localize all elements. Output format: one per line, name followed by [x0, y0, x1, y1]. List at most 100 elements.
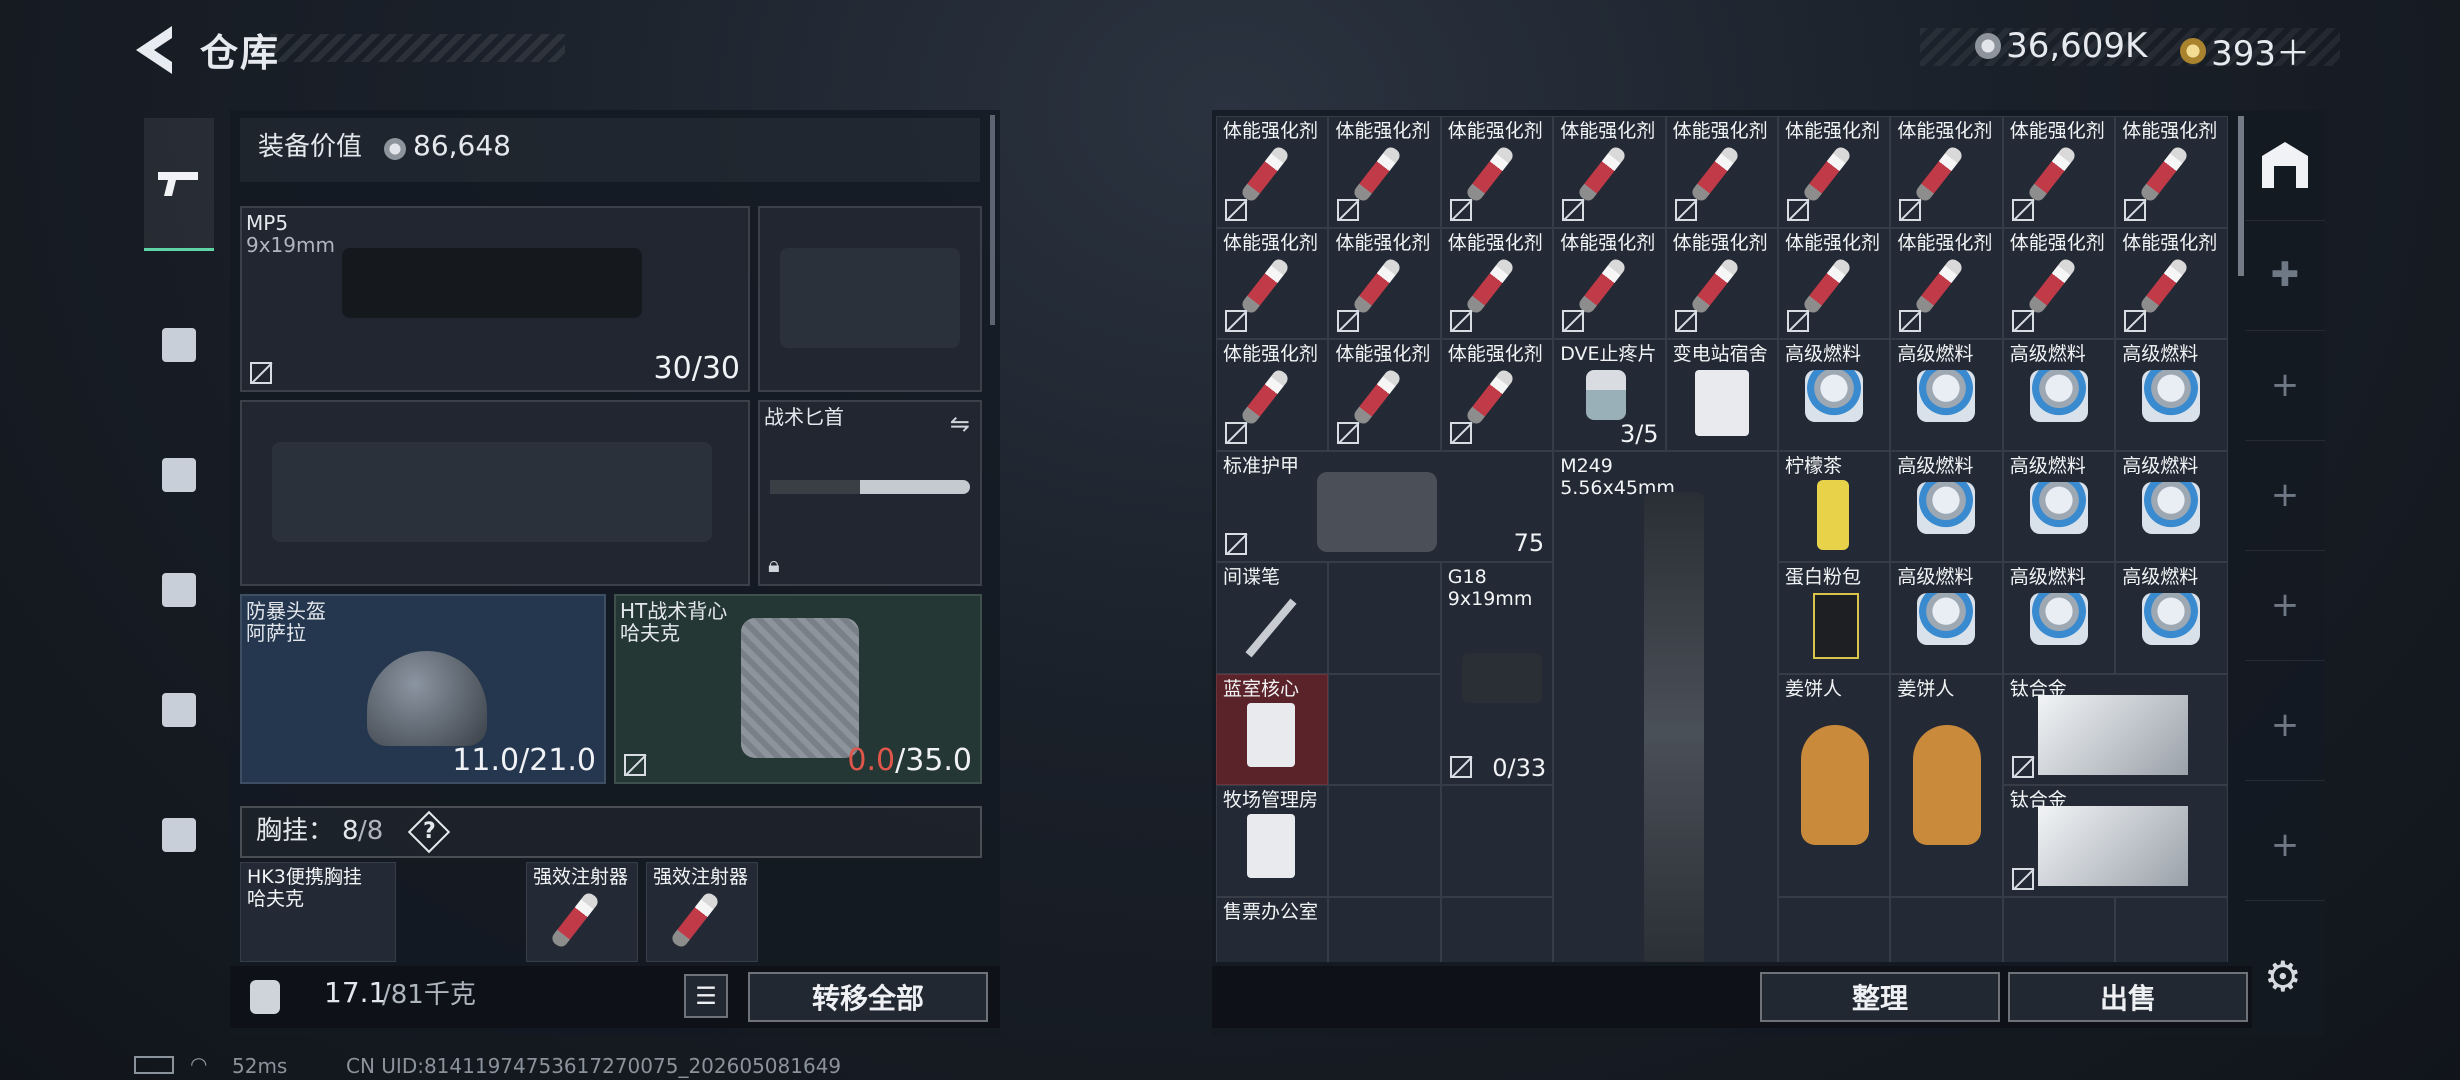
item-painkiller[interactable]: DVE止疼片 3/5 [1553, 339, 1666, 451]
item-substation-key[interactable]: 变电站宿舍 [1665, 339, 1778, 451]
item-stim[interactable]: 体能强化剂 [1665, 116, 1778, 228]
item-fuel[interactable]: 高级燃料 [1890, 339, 2003, 451]
item-stim[interactable]: 体能强化剂 [1440, 227, 1554, 339]
primary-weapon-slot[interactable]: MP5 9x19mm 30/30 [240, 206, 750, 392]
vest-slot[interactable]: HT战术背心 哈夫克 0.0/35.0 [614, 594, 982, 784]
item-standard-armor[interactable]: 标准护甲 75 [1216, 450, 1554, 562]
item-stim[interactable]: 体能强化剂 [2115, 116, 2228, 228]
stash-scrollbar[interactable] [2238, 116, 2244, 276]
rig-label: 胸挂： [256, 816, 335, 846]
item-ranch-key[interactable]: 牧场管理房 [1216, 785, 1329, 897]
item-g18[interactable]: G18 9x19mm 0/33 [1440, 562, 1554, 785]
item-stim[interactable]: 体能强化剂 [1778, 227, 1891, 339]
swap-icon[interactable]: ⇋ [950, 410, 970, 438]
pistol-slot[interactable] [758, 206, 982, 392]
stash-tab-add-5[interactable]: + [2245, 790, 2325, 901]
item-lemon-tea[interactable]: 柠檬茶 [1778, 450, 1891, 562]
empty-slot[interactable] [1328, 785, 1441, 897]
item-stim[interactable]: 体能强化剂 [2115, 227, 2228, 339]
stash-tab-medical[interactable]: ✚ [2245, 220, 2325, 331]
nav-rigs[interactable] [144, 310, 214, 380]
item-stim[interactable]: 体能强化剂 [1328, 116, 1441, 228]
empty-slot[interactable] [2115, 896, 2228, 962]
item-stim[interactable]: 体能强化剂 [2002, 227, 2116, 339]
item-stim[interactable]: 体能强化剂 [1216, 227, 1329, 339]
item-fuel[interactable]: 高级燃料 [2002, 339, 2116, 451]
nav-armor[interactable] [144, 440, 214, 510]
item-stim[interactable]: 体能强化剂 [1216, 339, 1329, 451]
rig-item-injector-2[interactable]: 强效注射器 [646, 862, 758, 962]
unbind-icon [1449, 310, 1472, 332]
item-stim[interactable]: 体能强化剂 [1778, 116, 1891, 228]
item-stim[interactable]: 体能强化剂 [1890, 116, 2003, 228]
unbind-icon [2011, 867, 2034, 890]
item-name: 高级燃料 [2009, 566, 2086, 588]
item-fuel[interactable]: 高级燃料 [1890, 450, 2003, 562]
transfer-all-button[interactable]: 转移全部 [748, 972, 988, 1022]
item-ticket-office-key[interactable]: 售票办公室 [1216, 896, 1329, 962]
item-fuel[interactable]: 高级燃料 [1778, 339, 1891, 451]
fuel-can-icon [2142, 593, 2201, 645]
syringe-icon [1914, 256, 1965, 315]
stash-tab-add-4[interactable]: + [2245, 670, 2325, 781]
empty-slot[interactable] [1328, 562, 1441, 674]
gold-currency[interactable]: 393＋ [2180, 26, 2310, 75]
item-stim[interactable]: 体能强化剂 [1440, 116, 1554, 228]
rig-item-injector-1[interactable]: 强效注射器 [526, 862, 638, 962]
stash-tab-add-3[interactable]: + [2245, 550, 2325, 661]
item-gingerbread[interactable]: 姜饼人 [1890, 673, 2003, 897]
item-stim[interactable]: 体能强化剂 [1665, 227, 1778, 339]
nav-backpacks[interactable] [144, 555, 214, 625]
item-stim[interactable]: 体能强化剂 [1890, 227, 2003, 339]
rig-header: 胸挂： 8 /8 ? [240, 806, 982, 858]
list-view-icon[interactable]: ☰ [684, 974, 728, 1018]
item-titanium[interactable]: 钛合金 [2002, 673, 2228, 785]
stash-tab-add-1[interactable]: + [2245, 330, 2325, 441]
stash-tab-add-2[interactable]: + [2245, 440, 2325, 551]
silver-currency[interactable]: 36,609K [1975, 26, 2147, 66]
stash-tab-main[interactable] [2245, 110, 2325, 221]
item-titanium[interactable]: 钛合金 [2002, 785, 2228, 897]
pistol-placeholder-icon [780, 248, 960, 348]
empty-slot[interactable] [1440, 896, 1554, 962]
empty-slot[interactable] [1778, 896, 1891, 962]
unbind-icon [1225, 310, 1247, 332]
empty-slot[interactable] [1890, 896, 2003, 962]
item-fuel[interactable]: 高级燃料 [1890, 562, 2003, 674]
item-gingerbread[interactable]: 姜饼人 [1778, 673, 1891, 897]
item-stim[interactable]: 体能强化剂 [1440, 339, 1554, 451]
item-stim[interactable]: 体能强化剂 [1553, 116, 1666, 228]
item-stim[interactable]: 体能强化剂 [1216, 116, 1329, 228]
item-protein[interactable]: 蛋白粉包 [1778, 562, 1891, 674]
backpack-icon [162, 573, 196, 607]
empty-slot[interactable] [1328, 673, 1441, 785]
nav-containers[interactable] [144, 675, 214, 745]
helmet-slot[interactable]: 防暴头盔 阿萨拉 11.0/21.0 [240, 594, 606, 784]
item-fuel[interactable]: 高级燃料 [2002, 450, 2116, 562]
loadout-scrollbar[interactable] [990, 115, 995, 325]
secondary-weapon-slot[interactable] [240, 400, 750, 586]
settings-gear-icon[interactable]: ⚙ [2264, 952, 2302, 1001]
empty-slot[interactable] [1440, 785, 1554, 897]
knife-slot[interactable]: 战术匕首 ⇋ 🔒︎ [758, 400, 982, 586]
sort-button[interactable]: 整理 [1760, 972, 2000, 1022]
vest-brand: 哈夫克 [620, 621, 680, 645]
item-m249[interactable]: M249 5.56x45mm [1553, 450, 1778, 962]
item-stim[interactable]: 体能强化剂 [1328, 227, 1441, 339]
item-stim[interactable]: 体能强化剂 [2002, 116, 2116, 228]
empty-slot[interactable] [2002, 896, 2116, 962]
item-spy-pen[interactable]: 间谍笔 [1216, 562, 1329, 674]
rig-item-hk3[interactable]: HK3便携胸挂 哈夫克 [240, 862, 396, 962]
empty-slot[interactable] [1328, 896, 1441, 962]
item-fuel[interactable]: 高级燃料 [2002, 562, 2116, 674]
nav-cases[interactable] [144, 800, 214, 870]
sell-button[interactable]: 出售 [2008, 972, 2248, 1022]
nav-weapons[interactable] [144, 118, 214, 251]
item-fuel[interactable]: 高级燃料 [2115, 339, 2228, 451]
back-arrow-icon[interactable] [130, 22, 180, 78]
item-stim[interactable]: 体能强化剂 [1328, 339, 1441, 451]
item-fuel[interactable]: 高级燃料 [2115, 562, 2228, 674]
item-blue-core[interactable]: 蓝室核心 [1216, 673, 1329, 785]
item-fuel[interactable]: 高级燃料 [2115, 450, 2228, 562]
item-stim[interactable]: 体能强化剂 [1553, 227, 1666, 339]
